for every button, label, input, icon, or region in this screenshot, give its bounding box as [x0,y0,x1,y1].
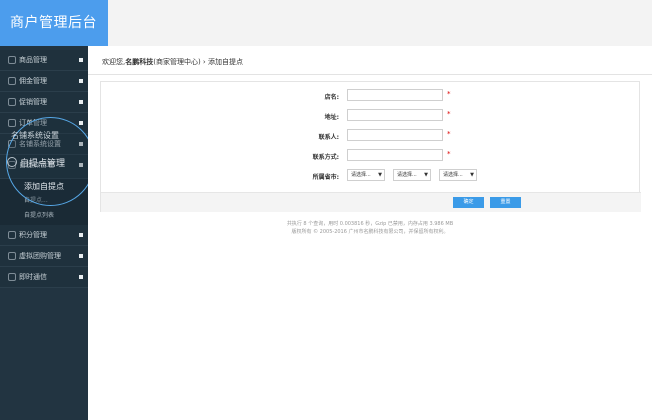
expand-bullet-icon [79,79,83,83]
box-icon [8,56,16,64]
cart-icon [8,98,16,106]
chat-icon [8,273,16,281]
store-name-input[interactable] [347,89,443,101]
breadcrumb-center: (商家管理中心) [153,58,201,66]
breadcrumb-brand: 名鹏科技 [125,58,154,66]
select-value: 请选择... [443,172,463,178]
sidebar-item-label: 佣金管理 [19,77,47,85]
breadcrumb: 欢迎您,名鹏科技(商家管理中心) › 添加自提点 [102,57,243,67]
required-mark: * [447,150,451,158]
region-label: 所属省市: [312,174,339,181]
form-actions-bar: 确定 重置 [101,192,641,212]
phone-label: 联系方式: [312,154,339,161]
expand-bullet-icon [79,275,83,279]
required-mark: * [447,130,451,138]
group-icon [8,252,16,260]
app-title: 商户管理后台 [0,0,108,46]
breadcrumb-separator: › [200,58,208,66]
magnified-add-pickup-point[interactable]: 添加自提点 [24,181,64,192]
magnified-pickup-management[interactable]: 自提点管理 [20,156,65,169]
chevron-down-icon: ▼ [470,172,474,178]
required-mark: * [447,110,451,118]
sidebar-item-virtual-groupbuy[interactable]: 虚拟团购管理 [0,246,88,267]
address-input[interactable] [347,109,443,121]
expand-bullet-icon [79,121,83,125]
store-name-label: 店名: [324,94,339,101]
select-value: 请选择... [397,172,417,178]
submit-button[interactable]: 确定 [453,197,484,208]
sidebar-item-label: 积分管理 [19,231,47,239]
sidebar-item-commission[interactable]: 佣金管理 [0,71,88,92]
address-label: 地址: [324,114,339,121]
sidebar-item-label: 促销管理 [19,98,47,106]
contact-input[interactable] [347,129,443,141]
sidebar-item-label: 虚拟团购管理 [19,252,61,260]
sidebar-item-label: 商品管理 [19,56,47,64]
phone-input[interactable] [347,149,443,161]
sidebar-item-products[interactable]: 商品管理 [0,50,88,71]
add-pickup-form: 店名: * 地址: * 联系人: * 联系方式: * 所属省市: 请选择... ▼… [100,81,641,212]
sidebar-item-instant-messaging[interactable]: 即时通信 [0,267,88,288]
edit-icon [8,119,16,127]
magnified-system-settings: 名铺系统设置 [11,131,59,140]
chevron-down-icon: ▼ [424,172,428,178]
gift-icon [8,231,16,239]
district-select[interactable]: 请选择... ▼ [439,169,477,181]
sidebar: 商品管理 佣金管理 促销管理 订单管理 名铺系统设置 自提点管理 自提点... … [0,46,88,420]
sidebar-item-promotion[interactable]: 促销管理 [0,92,88,113]
chevron-down-icon: ▼ [378,172,382,178]
top-bar: 商户管理后台 [0,0,652,46]
expand-bullet-icon [79,233,83,237]
main-content: 欢迎您,名鹏科技(商家管理中心) › 添加自提点 店名: * 地址: * 联系人… [88,46,652,420]
breadcrumb-current: 添加自提点 [207,58,243,66]
sidebar-subitem-pickup-list[interactable]: 自提点列表 [0,207,88,225]
reset-button[interactable]: 重置 [490,197,521,208]
province-select[interactable]: 请选择... ▼ [347,169,385,181]
expand-bullet-icon [79,254,83,258]
required-mark: * [447,90,451,98]
coin-icon [8,77,16,85]
breadcrumb-divider [88,74,652,75]
contact-label: 联系人: [318,134,339,141]
sidebar-item-label: 即时通信 [19,273,47,281]
sidebar-item-points[interactable]: 积分管理 [0,225,88,246]
location-pin-icon [7,157,17,167]
sidebar-subitem-label: 自提点列表 [24,212,55,219]
expand-bullet-icon [79,100,83,104]
footer-copyright: 版权所有 © 2005-2016 广州市名鹏科技有限公司，并保留所有权利。 [291,229,449,235]
breadcrumb-welcome: 欢迎您, [102,58,126,66]
footer-stats: 共执行 8 个查询，用时 0.003816 秒，Gzip 已禁用，内存占用 3.… [286,221,454,227]
city-select[interactable]: 请选择... ▼ [393,169,431,181]
select-value: 请选择... [351,172,371,178]
expand-bullet-icon [79,58,83,62]
